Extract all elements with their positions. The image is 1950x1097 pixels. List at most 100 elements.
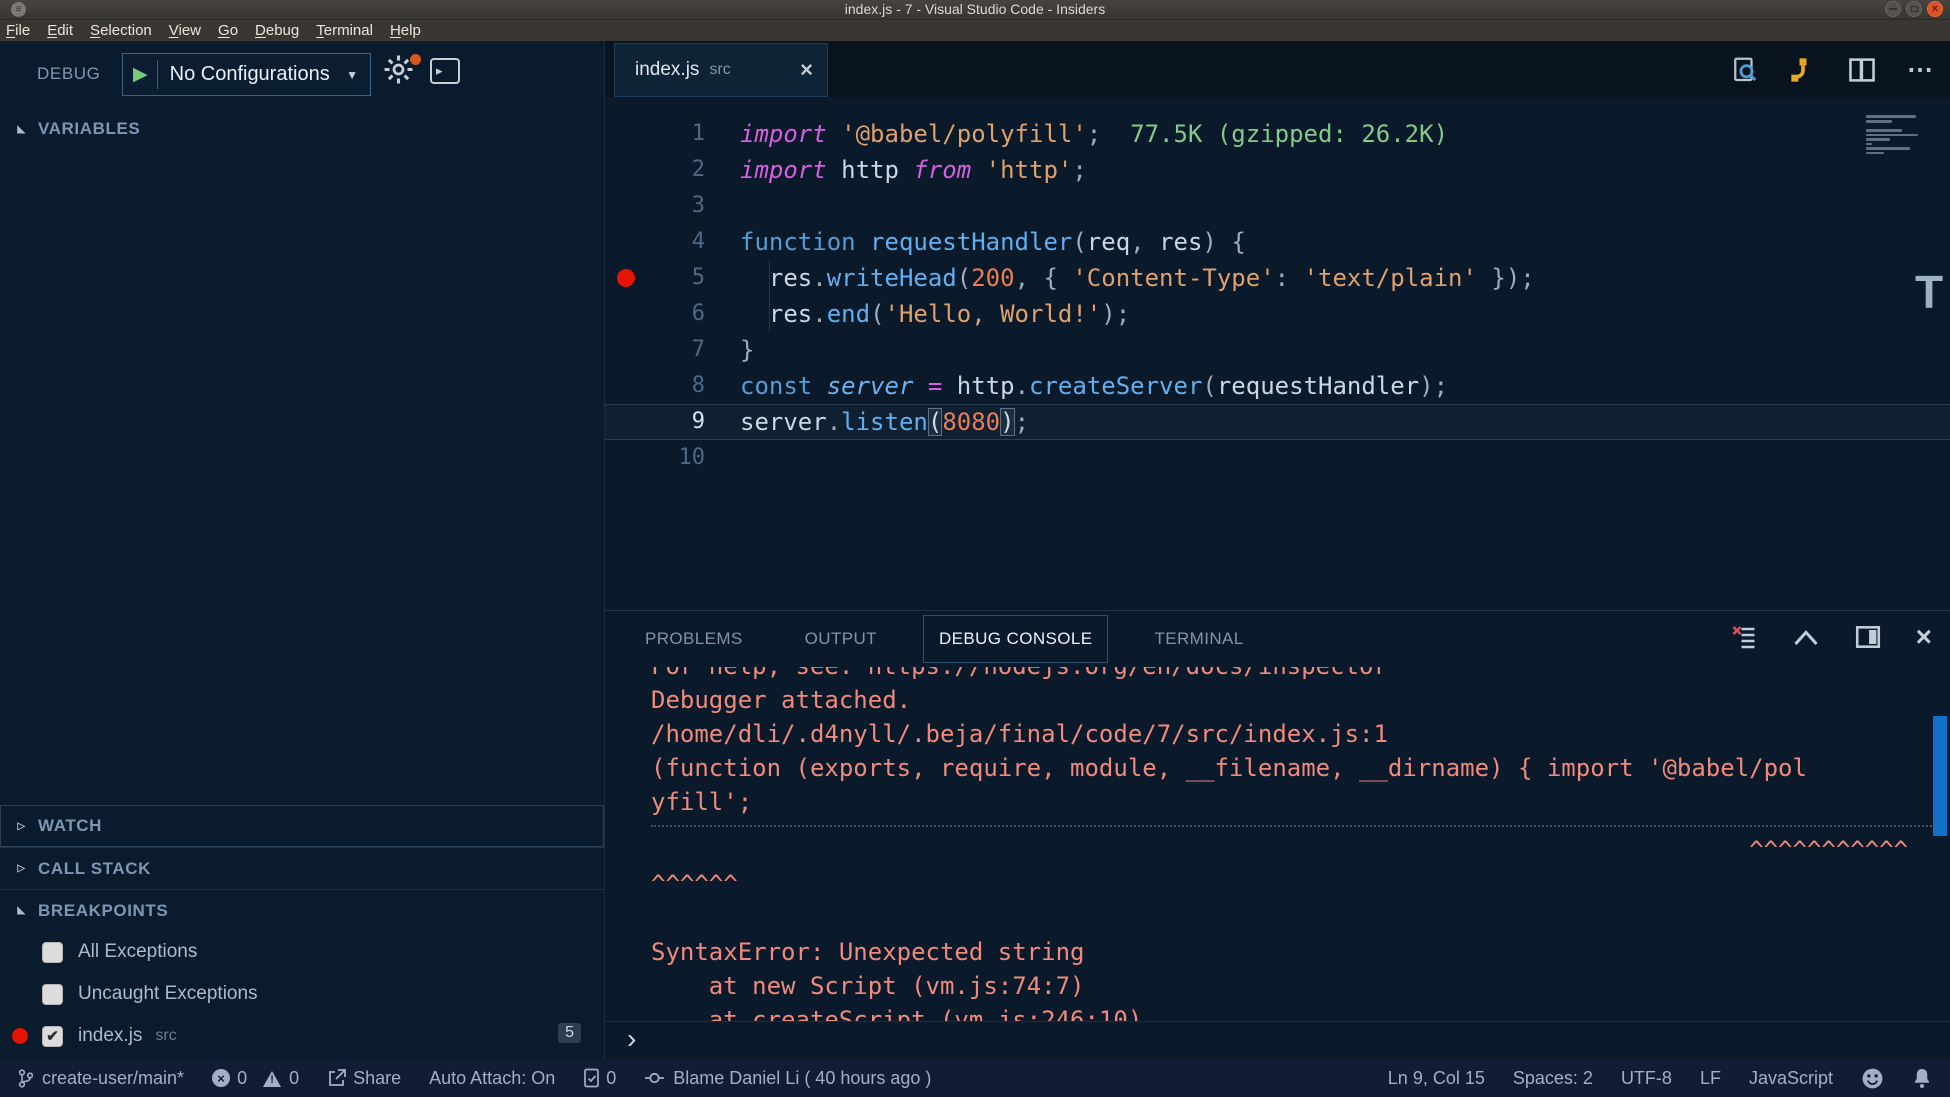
- minimize-button[interactable]: [1885, 1, 1901, 17]
- breakpoint-label: All Exceptions: [78, 941, 197, 963]
- code-line-1[interactable]: 1import '@babel/polyfill'; 77.5K (gzippe…: [605, 116, 1950, 152]
- share-item[interactable]: Share: [327, 1068, 401, 1089]
- indentation-item[interactable]: Spaces: 2: [1513, 1068, 1593, 1089]
- code-line-5[interactable]: 5 res.writeHead(200, { 'Content-Type': '…: [605, 260, 1950, 296]
- language-mode-item[interactable]: JavaScript: [1749, 1068, 1833, 1089]
- console-line: (function (exports, require, module, __f…: [651, 751, 1950, 785]
- line-number[interactable]: 8: [645, 368, 705, 404]
- console-content: For help, see: https://nodejs.org/en/doc…: [605, 667, 1950, 1021]
- menu-item-view[interactable]: View: [169, 22, 201, 39]
- maximize-panel-chevron-icon[interactable]: [1792, 627, 1820, 647]
- checkbox-unchecked[interactable]: [42, 984, 63, 1005]
- section-variables[interactable]: ◣ VARIABLES: [0, 108, 604, 150]
- line-number[interactable]: 1: [645, 116, 705, 152]
- breakpoint-item-uncaught-exceptions[interactable]: Uncaught Exceptions: [0, 973, 604, 1015]
- debug-configuration-dropdown[interactable]: ▶ No Configurations ▼: [122, 53, 371, 96]
- close-button[interactable]: ×: [1927, 1, 1943, 17]
- minimap[interactable]: [1866, 115, 1922, 175]
- notifications-bell-item[interactable]: [1912, 1067, 1932, 1090]
- status-bar: create-user/main* × 0 ! 0 Share Auto Att…: [0, 1059, 1950, 1097]
- problems-item[interactable]: × 0 ! 0: [212, 1068, 299, 1089]
- panel-tab-problems[interactable]: PROBLEMS: [629, 615, 759, 663]
- code-line-3[interactable]: 3: [605, 188, 1950, 224]
- tasks-item[interactable]: 0: [583, 1068, 616, 1089]
- clear-console-icon[interactable]: [1731, 624, 1758, 650]
- code-line-7[interactable]: 7}: [605, 332, 1950, 368]
- menu-item-file[interactable]: File: [6, 22, 30, 39]
- menu-item-selection[interactable]: Selection: [90, 22, 152, 39]
- line-number[interactable]: 2: [645, 152, 705, 188]
- line-number[interactable]: 4: [645, 224, 705, 260]
- section-label: CALL STACK: [38, 859, 151, 879]
- cursor-position-item[interactable]: Ln 9, Col 15: [1388, 1068, 1485, 1089]
- breakpoint-gutter[interactable]: [605, 260, 645, 296]
- menu-items: File Edit Selection View Go Debug Terminal Help: [6, 22, 421, 39]
- smiley-icon: [1861, 1067, 1884, 1090]
- line-number[interactable]: 9: [645, 404, 705, 440]
- code-line-10[interactable]: 10: [605, 440, 1950, 476]
- code-line-4[interactable]: 4function requestHandler(req, res) {: [605, 224, 1950, 260]
- twisty-collapsed-icon: ▷: [14, 863, 29, 874]
- breakpoint-gutter[interactable]: [605, 224, 645, 260]
- breakpoint-gutter[interactable]: [605, 116, 645, 152]
- panel-tab-debug-console[interactable]: DEBUG CONSOLE: [923, 615, 1109, 663]
- console-scrollbar[interactable]: [1933, 716, 1947, 836]
- checkbox-checked[interactable]: ✔: [42, 1026, 63, 1047]
- breakpoint-gutter[interactable]: [605, 296, 645, 332]
- git-branch-item[interactable]: create-user/main*: [18, 1068, 184, 1089]
- gitlens-blame-item[interactable]: Blame Daniel Li ( 40 hours ago ): [644, 1068, 931, 1089]
- section-breakpoints[interactable]: ◣ BREAKPOINTS: [0, 889, 604, 931]
- breakpoint-gutter[interactable]: [605, 368, 645, 404]
- section-watch[interactable]: ▷ WATCH: [0, 805, 604, 847]
- open-debug-console-button[interactable]: ▸: [430, 58, 460, 84]
- breakpoint-gutter[interactable]: [605, 188, 645, 224]
- line-number[interactable]: 6: [645, 296, 705, 332]
- split-editor-icon[interactable]: [1847, 56, 1877, 84]
- menu-item-help[interactable]: Help: [390, 22, 421, 39]
- start-debug-icon[interactable]: ▶: [133, 63, 148, 86]
- configure-gear-button[interactable]: [383, 54, 421, 88]
- menu-item-debug[interactable]: Debug: [255, 22, 299, 39]
- line-number[interactable]: 7: [645, 332, 705, 368]
- open-preview-search-icon[interactable]: [1729, 55, 1759, 85]
- breakpoint-dot-icon[interactable]: [617, 269, 635, 287]
- gitlens-compare-icon[interactable]: [1789, 55, 1817, 85]
- share-icon: [327, 1068, 347, 1088]
- line-number[interactable]: 3: [645, 188, 705, 224]
- section-call-stack[interactable]: ▷ CALL STACK: [0, 847, 604, 889]
- breakpoint-gutter[interactable]: [605, 440, 645, 476]
- code-line-8[interactable]: 8const server = http.createServer(reques…: [605, 368, 1950, 404]
- share-label: Share: [353, 1068, 401, 1089]
- maximize-button[interactable]: [1906, 1, 1922, 17]
- code-editor[interactable]: 1import '@babel/polyfill'; 77.5K (gzippe…: [605, 97, 1950, 610]
- bell-icon: [1912, 1067, 1932, 1090]
- breakpoint-item-all-exceptions[interactable]: All Exceptions: [0, 931, 604, 973]
- eol-item[interactable]: LF: [1700, 1068, 1721, 1089]
- feedback-smiley-item[interactable]: [1861, 1067, 1884, 1090]
- panel-tabs: PROBLEMS OUTPUT DEBUG CONSOLE TERMINAL: [629, 611, 1260, 667]
- close-panel-icon[interactable]: ×: [1916, 624, 1932, 650]
- line-number[interactable]: 10: [645, 440, 705, 476]
- more-actions-icon[interactable]: ⋯: [1907, 54, 1934, 85]
- code-line-9[interactable]: 9server.listen(8080);: [605, 404, 1950, 440]
- breakpoint-gutter[interactable]: [605, 152, 645, 188]
- code-line-2[interactable]: 2import http from 'http';: [605, 152, 1950, 188]
- restore-panel-icon[interactable]: [1854, 624, 1882, 650]
- auto-attach-item[interactable]: Auto Attach: On: [429, 1068, 555, 1089]
- debug-console-output[interactable]: For help, see: https://nodejs.org/en/doc…: [605, 667, 1950, 1021]
- breakpoint-gutter[interactable]: [605, 404, 645, 440]
- code-line-6[interactable]: 6 res.end('Hello, World!');: [605, 296, 1950, 332]
- encoding-item[interactable]: UTF-8: [1621, 1068, 1672, 1089]
- breakpoint-gutter[interactable]: [605, 332, 645, 368]
- menu-item-edit[interactable]: Edit: [47, 22, 73, 39]
- debug-console-input[interactable]: ›: [605, 1021, 1950, 1061]
- panel-tab-output[interactable]: OUTPUT: [789, 615, 893, 663]
- line-number[interactable]: 5: [645, 260, 705, 296]
- tab-indexjs[interactable]: index.js src ×: [614, 43, 828, 97]
- checkbox-unchecked[interactable]: [42, 942, 63, 963]
- close-tab-icon[interactable]: ×: [800, 59, 813, 81]
- panel-tab-terminal[interactable]: TERMINAL: [1138, 615, 1259, 663]
- menu-item-terminal[interactable]: Terminal: [316, 22, 373, 39]
- breakpoint-item-indexjs[interactable]: ✔ index.js src 5: [0, 1015, 604, 1057]
- menu-item-go[interactable]: Go: [218, 22, 238, 39]
